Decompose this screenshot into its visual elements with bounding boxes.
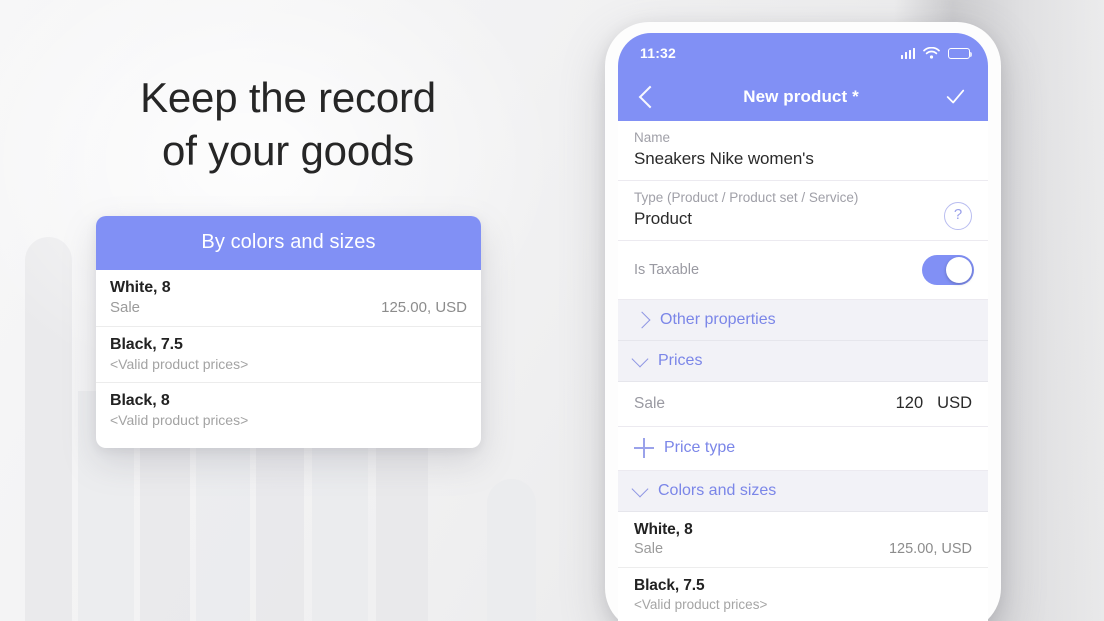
headline-line-2: of your goods <box>162 126 414 174</box>
phone-mockup: 11:32 New product * Name Sneakers Nike w… <box>605 22 1001 621</box>
back-button[interactable] <box>638 85 662 109</box>
list-item[interactable]: Black, 7.5 <Valid product prices> <box>618 568 988 621</box>
chevron-right-icon <box>633 311 651 329</box>
variant-title: White, 8 <box>110 279 171 296</box>
signal-bars-icon <box>900 47 915 59</box>
type-field[interactable]: Type (Product / Product set / Service) P… <box>618 181 988 241</box>
variant-title: Black, 8 <box>110 392 170 409</box>
chevron-down-icon <box>631 350 649 368</box>
variant-detail: <Valid product prices> <box>110 356 467 372</box>
variant-detail: Sale 125.00, USD <box>634 541 972 557</box>
colors-and-sizes-card: By colors and sizes White, 8 Sale 125.00… <box>96 216 481 448</box>
nav-bar: New product * <box>618 73 988 121</box>
is-taxable-toggle[interactable] <box>922 255 974 285</box>
variant-detail: <Valid product prices> <box>634 597 972 612</box>
nav-title: New product * <box>743 87 859 106</box>
wifi-icon <box>923 47 940 59</box>
list-item[interactable]: White, 8 Sale 125.00, USD <box>96 270 481 326</box>
phone-screen: 11:32 New product * Name Sneakers Nike w… <box>618 33 988 621</box>
variant-price-label: <Valid product prices> <box>634 597 768 612</box>
variant-detail: Sale 125.00, USD <box>110 299 467 316</box>
section-other-properties[interactable]: Other properties <box>618 300 988 341</box>
variant-price-value: 125.00, USD <box>888 541 972 557</box>
plus-icon <box>634 438 654 458</box>
list-item[interactable]: Black, 8 <Valid product prices> <box>96 382 481 438</box>
sale-price-currency: USD <box>937 394 972 412</box>
variant-price-label: Sale <box>110 299 141 316</box>
variant-price-label: <Valid product prices> <box>110 356 249 372</box>
battery-icon <box>948 47 973 59</box>
checkmark-icon[interactable] <box>944 86 966 108</box>
toggle-knob <box>946 257 972 283</box>
card-row-list: White, 8 Sale 125.00, USD Black, 7.5 <Va… <box>96 270 481 448</box>
type-field-label: Type (Product / Product set / Service) <box>634 190 859 205</box>
sale-price-values: 120 USD <box>896 394 972 413</box>
sale-price-label: Sale <box>634 395 666 412</box>
is-taxable-label: Is Taxable <box>634 262 700 278</box>
page-title: Keep the record of your goods <box>0 72 576 178</box>
card-header: By colors and sizes <box>96 216 481 270</box>
list-item[interactable]: Black, 7.5 <Valid product prices> <box>96 326 481 382</box>
variant-title: White, 8 <box>634 521 693 538</box>
sale-price-amount: 120 <box>895 394 924 412</box>
variant-detail: <Valid product prices> <box>110 412 467 428</box>
variant-price-value: 125.00, USD <box>381 299 467 316</box>
name-field-value: Sneakers Nike women's <box>634 149 814 168</box>
name-field[interactable]: Name Sneakers Nike women's <box>618 121 988 181</box>
headline-line-1: Keep the record <box>140 74 436 121</box>
name-field-label: Name <box>634 130 671 145</box>
variant-title: Black, 7.5 <box>634 577 705 594</box>
status-clock: 11:32 <box>640 45 677 61</box>
chevron-down-icon <box>631 480 649 498</box>
status-icons <box>900 47 973 59</box>
variant-price-label: <Valid product prices> <box>110 412 249 428</box>
promo-screenshot: Keep the record of your goods By colors … <box>0 0 1104 621</box>
section-label: Prices <box>658 352 703 369</box>
list-item[interactable]: White, 8 Sale 125.00, USD <box>618 512 988 568</box>
is-taxable-row[interactable]: Is Taxable <box>618 241 988 300</box>
status-bar: 11:32 <box>618 33 988 73</box>
product-form: Name Sneakers Nike women's Type (Product… <box>618 121 988 621</box>
sale-price-row[interactable]: Sale 120 USD <box>618 382 988 427</box>
add-price-type-button[interactable]: Price type <box>618 427 988 471</box>
question-mark-icon[interactable]: ? <box>944 202 972 230</box>
section-label: Other properties <box>660 311 776 328</box>
section-prices[interactable]: Prices <box>618 341 988 382</box>
type-field-value: Product <box>634 209 692 228</box>
variant-title: Black, 7.5 <box>110 336 183 353</box>
add-price-type-label: Price type <box>664 439 736 456</box>
section-colors-and-sizes[interactable]: Colors and sizes <box>618 471 988 512</box>
section-label: Colors and sizes <box>658 482 777 499</box>
variant-price-label: Sale <box>634 541 664 557</box>
